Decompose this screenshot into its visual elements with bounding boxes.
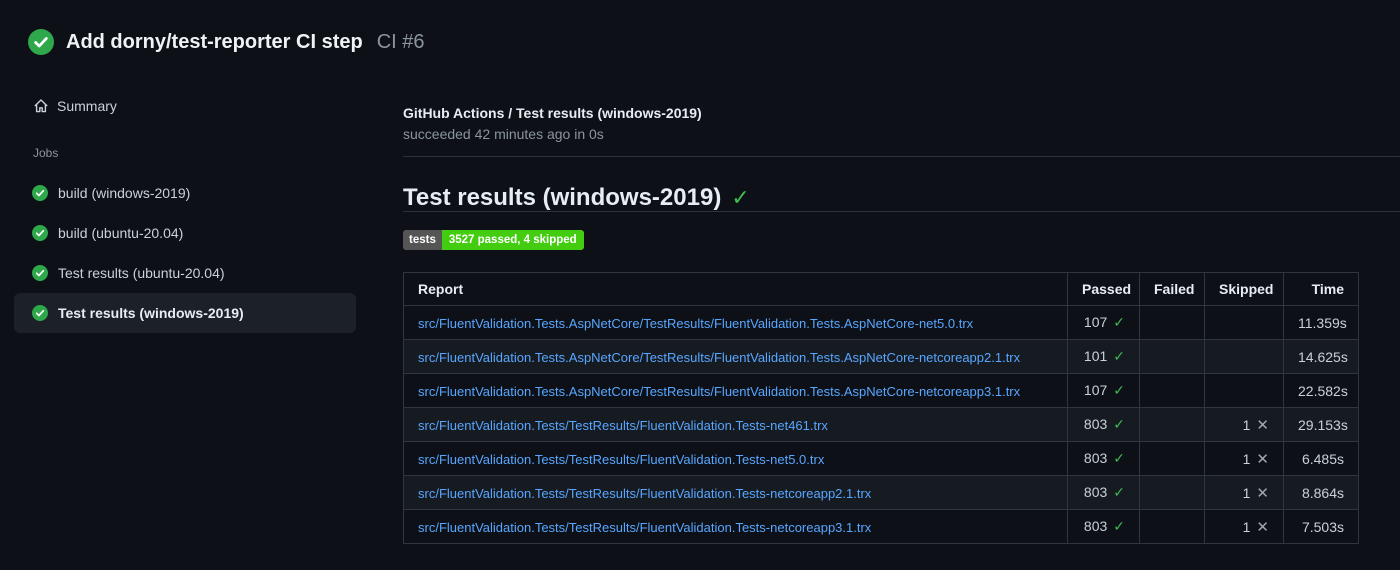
time-value: 29.153s bbox=[1283, 407, 1359, 442]
job-label: build (windows-2019) bbox=[58, 185, 191, 201]
check-icon: ✓ bbox=[1113, 518, 1125, 534]
run-number: CI #6 bbox=[376, 30, 425, 53]
sidebar-item-build-ubuntu[interactable]: build (ubuntu-20.04) bbox=[14, 213, 356, 253]
report-link[interactable]: src/FluentValidation.Tests.AspNetCore/Te… bbox=[418, 384, 1020, 399]
check-icon: ✓ bbox=[1113, 382, 1125, 398]
job-label: Test results (windows-2019) bbox=[58, 305, 244, 321]
table-row: src/FluentValidation.Tests/TestResults/F… bbox=[403, 407, 1359, 442]
table-row: src/FluentValidation.Tests/TestResults/F… bbox=[403, 509, 1359, 544]
report-link[interactable]: src/FluentValidation.Tests.AspNetCore/Te… bbox=[418, 350, 1020, 365]
cross-icon: ✕ bbox=[1256, 518, 1269, 536]
table-row: src/FluentValidation.Tests/TestResults/F… bbox=[403, 441, 1359, 476]
section-heading: Test results (windows-2019) ✓ bbox=[403, 185, 1400, 212]
badge-value: 3527 passed, 4 skipped bbox=[441, 230, 584, 250]
time-value: 6.485s bbox=[1283, 441, 1359, 476]
sidebar-item-test-results-ubuntu[interactable]: Test results (ubuntu-20.04) bbox=[14, 253, 356, 293]
home-icon bbox=[34, 99, 48, 113]
time-value: 14.625s bbox=[1283, 339, 1359, 374]
col-time: Time bbox=[1283, 272, 1359, 306]
skipped-count: 1 bbox=[1242, 484, 1251, 501]
main-content: GitHub Actions / Test results (windows-2… bbox=[403, 90, 1400, 544]
skipped-count: 1 bbox=[1242, 518, 1251, 535]
layout: Summary Jobs build (windows-2019) build … bbox=[0, 90, 1400, 544]
run-title: Add dorny/test-reporter CI step bbox=[66, 30, 363, 53]
passed-count: 107 bbox=[1083, 382, 1108, 398]
job-label: Test results (ubuntu-20.04) bbox=[58, 265, 225, 281]
job-title: GitHub Actions / Test results (windows-2… bbox=[403, 105, 702, 121]
time-value: 8.864s bbox=[1283, 475, 1359, 510]
check-circle-icon bbox=[32, 185, 48, 201]
passed-count: 803 bbox=[1083, 484, 1108, 500]
skipped-count: 1 bbox=[1242, 416, 1251, 433]
table-row: src/FluentValidation.Tests.AspNetCore/Te… bbox=[403, 305, 1359, 340]
table-row: src/FluentValidation.Tests.AspNetCore/Te… bbox=[403, 373, 1359, 408]
section-heading-text: Test results (windows-2019) bbox=[403, 184, 722, 211]
check-circle-icon bbox=[32, 225, 48, 241]
report-link[interactable]: src/FluentValidation.Tests/TestResults/F… bbox=[418, 452, 824, 467]
col-report: Report bbox=[403, 272, 1068, 306]
report-link[interactable]: src/FluentValidation.Tests/TestResults/F… bbox=[418, 520, 871, 535]
table-row: src/FluentValidation.Tests/TestResults/F… bbox=[403, 475, 1359, 510]
jobs-heading: Jobs bbox=[33, 146, 59, 160]
report-link[interactable]: src/FluentValidation.Tests.AspNetCore/Te… bbox=[418, 316, 973, 331]
summary-label: Summary bbox=[57, 98, 117, 114]
sidebar: Summary Jobs build (windows-2019) build … bbox=[0, 90, 403, 544]
sidebar-item-summary[interactable]: Summary bbox=[33, 96, 403, 116]
check-icon: ✓ bbox=[1113, 348, 1125, 364]
sidebar-item-build-windows[interactable]: build (windows-2019) bbox=[14, 173, 356, 213]
status-line: succeeded 42 minutes ago in 0s bbox=[403, 126, 604, 142]
passed-count: 101 bbox=[1083, 348, 1108, 364]
check-icon: ✓ bbox=[1113, 484, 1125, 500]
report-link[interactable]: src/FluentValidation.Tests/TestResults/F… bbox=[418, 486, 871, 501]
col-failed: Failed bbox=[1139, 272, 1205, 306]
passed-count: 107 bbox=[1083, 314, 1108, 330]
table-row: src/FluentValidation.Tests.AspNetCore/Te… bbox=[403, 339, 1359, 374]
passed-count: 803 bbox=[1083, 416, 1108, 432]
time-value: 11.359s bbox=[1283, 305, 1359, 340]
passed-count: 803 bbox=[1083, 450, 1108, 466]
divider bbox=[403, 156, 1400, 157]
passed-count: 803 bbox=[1083, 518, 1108, 534]
check-icon: ✓ bbox=[1113, 416, 1125, 432]
job-label: build (ubuntu-20.04) bbox=[58, 225, 184, 241]
table-header-row: Report Passed Failed Skipped Time bbox=[403, 272, 1359, 306]
check-circle-icon bbox=[32, 265, 48, 281]
time-value: 22.582s bbox=[1283, 373, 1359, 408]
cross-icon: ✕ bbox=[1256, 416, 1269, 434]
time-value: 7.503s bbox=[1283, 509, 1359, 544]
job-list: build (windows-2019) build (ubuntu-20.04… bbox=[0, 173, 403, 333]
results-table: Report Passed Failed Skipped Time src/Fl… bbox=[403, 272, 1359, 544]
col-skipped: Skipped bbox=[1204, 272, 1284, 306]
badge-label: tests bbox=[403, 230, 442, 250]
cross-icon: ✕ bbox=[1256, 484, 1269, 502]
check-circle-icon bbox=[32, 305, 48, 321]
report-link[interactable]: src/FluentValidation.Tests/TestResults/F… bbox=[418, 418, 828, 433]
skipped-count: 1 bbox=[1242, 450, 1251, 467]
check-icon: ✓ bbox=[1113, 450, 1125, 466]
check-icon: ✓ bbox=[731, 185, 750, 210]
check-icon: ✓ bbox=[1113, 314, 1125, 330]
run-header: Add dorny/test-reporter CI step CI #6 bbox=[28, 29, 1400, 55]
cross-icon: ✕ bbox=[1256, 450, 1269, 468]
tests-badge: tests 3527 passed, 4 skipped bbox=[403, 230, 584, 250]
col-passed: Passed bbox=[1067, 272, 1140, 306]
sidebar-item-test-results-windows[interactable]: Test results (windows-2019) bbox=[14, 293, 356, 333]
check-circle-icon bbox=[28, 29, 54, 55]
